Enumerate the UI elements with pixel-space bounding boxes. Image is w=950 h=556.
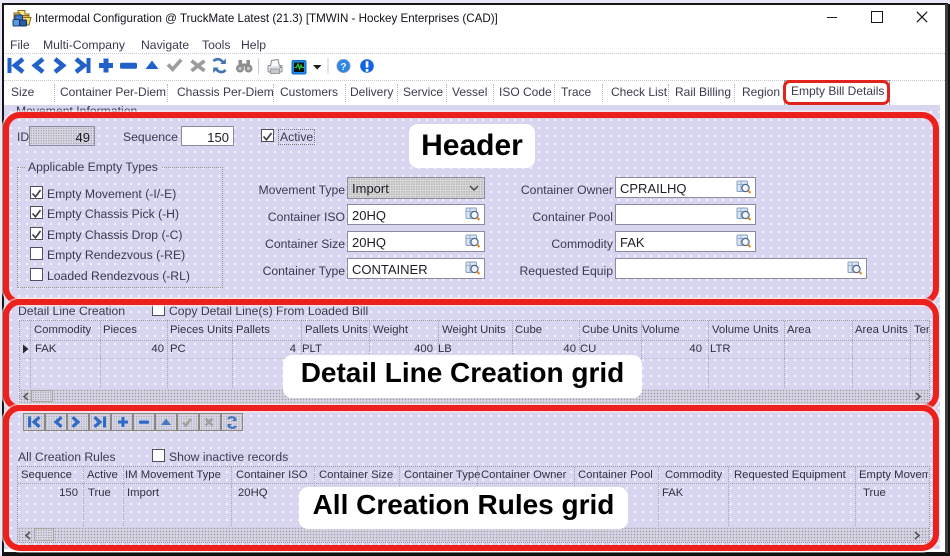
svg-text:?: ? (340, 61, 346, 73)
